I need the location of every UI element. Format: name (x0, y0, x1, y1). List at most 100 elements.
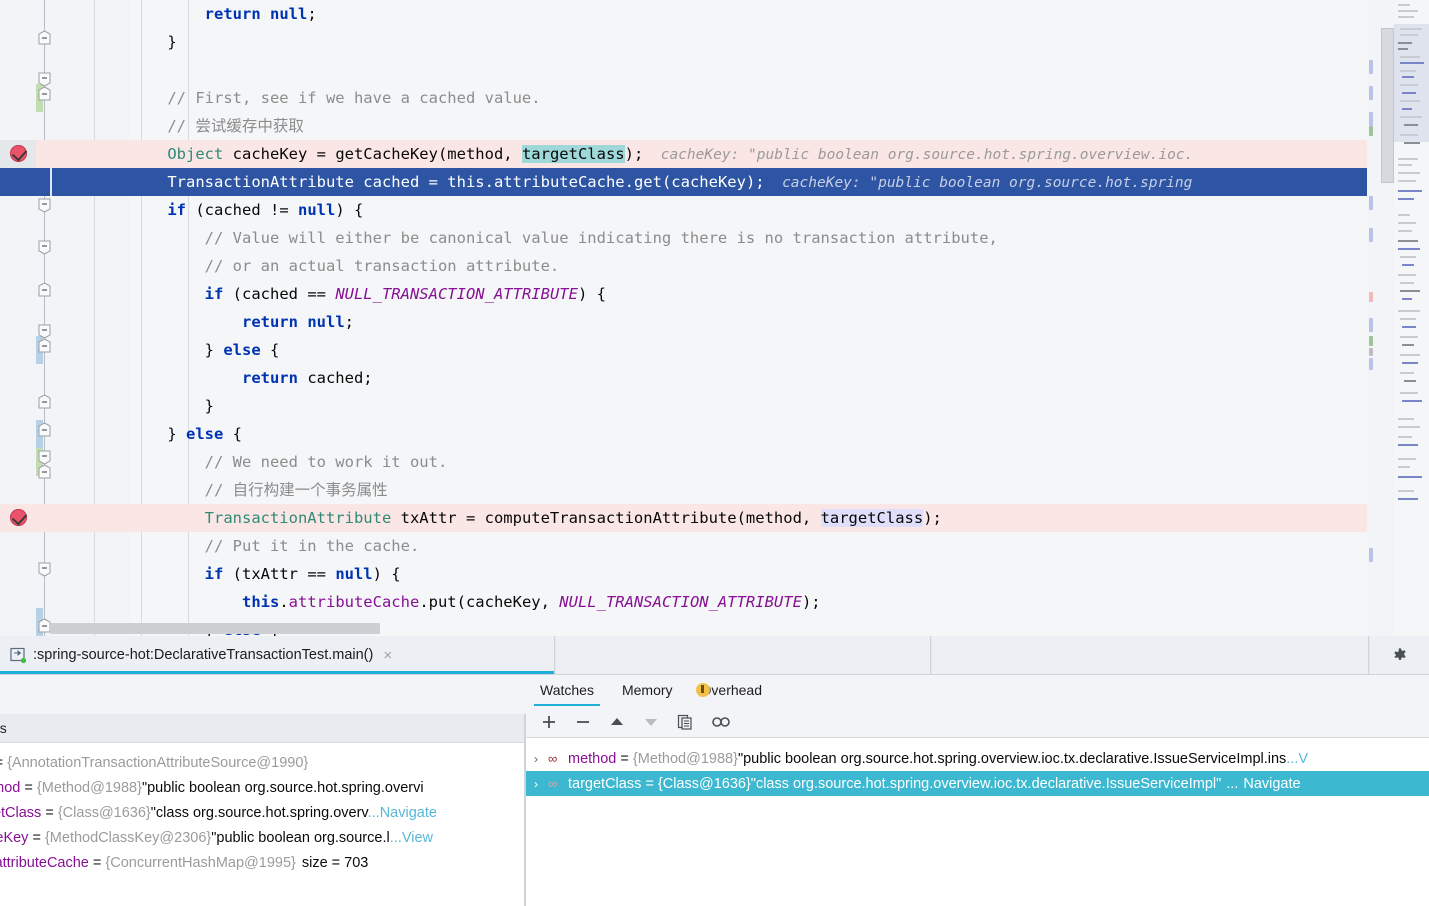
marker (1369, 548, 1373, 562)
variable-name: acheKey (0, 830, 28, 846)
debug-settings-button[interactable] (1370, 636, 1429, 674)
code-line: // Value will either be canonical value … (0, 224, 1429, 252)
watch-type: {Method@1988} (633, 751, 738, 767)
fold-collapse-icon[interactable] (37, 464, 52, 479)
editor-horizontal-scrollbar-thumb[interactable] (50, 623, 380, 634)
watches-toolbar (526, 706, 1429, 737)
code-line: // We need to work it out. (0, 448, 1429, 476)
fold-expand-icon[interactable] (37, 198, 52, 213)
watch-row[interactable]: ›∞method = {Method@1988}"public boolean … (526, 746, 1429, 771)
run-configuration-label: :spring-source-hot:DeclarativeTransactio… (33, 647, 373, 663)
tab-watches-label: Watches (540, 682, 594, 698)
tab-memory-label: Memory (622, 682, 673, 698)
truncation-ellipsis: ... (390, 830, 402, 846)
variable-row[interactable]: argetClass = {Class@1636}"class org.sour… (0, 801, 525, 826)
expand-chevron-icon[interactable]: › (534, 772, 548, 797)
watch-value: "public boolean org.source.hot.spring.ov… (738, 751, 1286, 767)
equals-sign: = (41, 805, 58, 821)
equals-sign: = (89, 855, 106, 871)
variables-pane[interactable]: his = {AnnotationTransactionAttributeSou… (0, 742, 525, 906)
code-line: } else { (0, 336, 1429, 364)
watch-row-selected[interactable]: ›∞targetClass = {Class@1636}"class org.s… (526, 771, 1429, 796)
code-editor[interactable]: return null; } // First, see if we have … (0, 0, 1429, 636)
remove-watch-button[interactable] (574, 713, 592, 731)
watches-list[interactable]: ›∞method = {Method@1988}"public boolean … (526, 737, 1429, 906)
fold-expand-icon[interactable] (37, 562, 52, 577)
variable-value: size = 703 (296, 855, 369, 871)
marker (1369, 336, 1373, 346)
marker (1369, 196, 1373, 210)
close-icon[interactable]: × (383, 647, 392, 664)
run-tab-bar: :spring-source-hot:DeclarativeTransactio… (0, 636, 1429, 675)
watch-glasses-icon: ∞ (548, 746, 568, 771)
overhead-icon (696, 683, 710, 697)
equals-sign: = (20, 780, 37, 796)
code-line: } (0, 28, 1429, 56)
gear-icon (1391, 646, 1409, 664)
code-line: if (cached != null) { (0, 196, 1429, 224)
marker (1369, 60, 1373, 74)
code-line: } (0, 392, 1429, 420)
navigate-link[interactable]: Navigate (1238, 776, 1300, 792)
tab-overhead-label: Overhead (701, 682, 762, 698)
watch-glasses-icon: ∞ (548, 771, 568, 796)
marker (1369, 112, 1373, 126)
fold-expand-icon[interactable] (37, 72, 52, 87)
code-lines: return null; } // First, see if we have … (0, 0, 1429, 636)
move-down-button (642, 713, 660, 731)
variable-type: {Class@1636} (58, 805, 151, 821)
watch-name: targetClass (568, 776, 641, 792)
fold-collapse-icon[interactable] (37, 394, 52, 409)
code-line: this.attributeCache.put(cacheKey, NULL_T… (0, 588, 1429, 616)
editor-marker-strip[interactable] (1367, 0, 1381, 636)
fold-collapse-icon[interactable] (37, 86, 52, 101)
run-tab-slot-3 (932, 636, 1369, 674)
debug-panes: es his = {AnnotationTransactionAttribute… (0, 675, 1429, 906)
code-line-breakpoint: Object cacheKey = getCacheKey(method, ta… (0, 140, 1429, 168)
code-line (0, 56, 1429, 84)
fold-expand-icon[interactable] (37, 450, 52, 465)
expand-chevron-icon[interactable]: › (534, 747, 548, 772)
code-line: if (txAttr == null) { (0, 560, 1429, 588)
code-line: return null; (0, 0, 1429, 28)
view-link[interactable]: V (1298, 751, 1308, 767)
tab-overhead[interactable]: Overhead (687, 675, 776, 706)
tab-watches[interactable]: Watches (526, 675, 608, 706)
move-up-button[interactable] (608, 713, 626, 731)
add-watch-button[interactable] (540, 713, 558, 731)
navigate-link[interactable]: Navigate (380, 805, 437, 821)
editor-vertical-scrollbar-thumb[interactable] (1381, 28, 1394, 183)
marker (1369, 318, 1373, 332)
variable-type: {MethodClassKey@2306} (45, 830, 211, 846)
fold-expand-icon[interactable] (37, 240, 52, 255)
watch-type: {Class@1636} (658, 776, 751, 792)
watch-name: method (568, 751, 616, 767)
code-line: // First, see if we have a cached value. (0, 84, 1429, 112)
code-line: return cached; (0, 364, 1429, 392)
run-tab-slot-2 (556, 636, 931, 674)
fold-collapse-icon[interactable] (37, 282, 52, 297)
breakpoint-icon[interactable] (10, 145, 27, 162)
tab-memory[interactable]: Memory (608, 675, 687, 706)
variable-name: method (0, 780, 20, 796)
variable-row[interactable]: his.attributeCache = {ConcurrentHashMap@… (0, 851, 525, 876)
code-line-breakpoint: TransactionAttribute txAttr = computeTra… (0, 504, 1429, 532)
fold-expand-icon[interactable] (37, 324, 52, 339)
marker (1369, 358, 1373, 370)
variable-row[interactable]: his = {AnnotationTransactionAttributeSou… (0, 751, 525, 776)
fold-collapse-icon[interactable] (37, 422, 52, 437)
breakpoint-icon[interactable] (10, 509, 27, 526)
code-line: // 自行构建一个事务属性 (0, 476, 1429, 504)
run-configuration-tab[interactable]: :spring-source-hot:DeclarativeTransactio… (0, 636, 555, 674)
variables-tab-label: es (0, 720, 7, 736)
code-line: if (cached == NULL_TRANSACTION_ATTRIBUTE… (0, 280, 1429, 308)
inspect-button[interactable] (710, 713, 728, 731)
duplicate-watch-button[interactable] (676, 713, 694, 731)
variable-row[interactable]: method = {Method@1988}"public boolean or… (0, 776, 525, 801)
debug-tool-window: :spring-source-hot:DeclarativeTransactio… (0, 636, 1429, 906)
fold-collapse-icon[interactable] (37, 30, 52, 45)
fold-collapse-icon[interactable] (37, 338, 52, 353)
variable-row[interactable]: acheKey = {MethodClassKey@2306}"public b… (0, 826, 525, 851)
code-minimap[interactable] (1394, 0, 1429, 636)
view-link[interactable]: View (402, 830, 433, 846)
